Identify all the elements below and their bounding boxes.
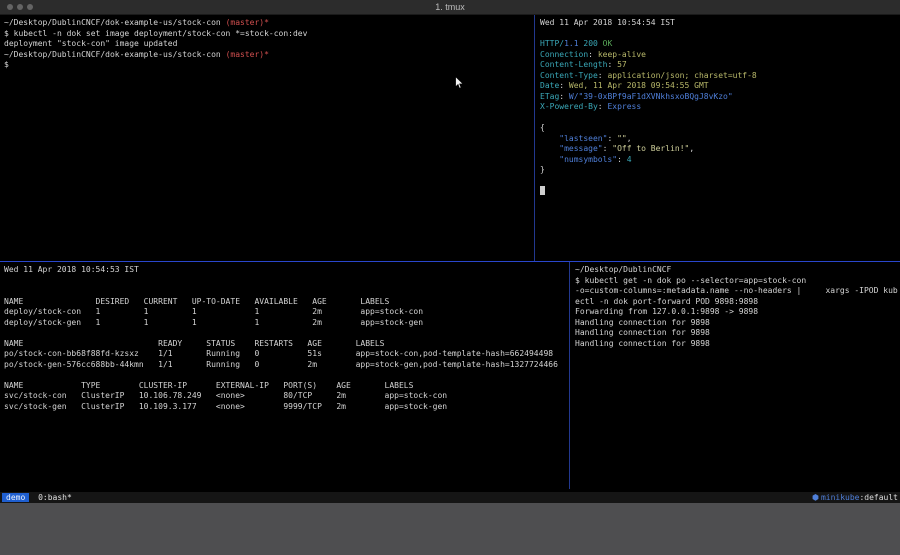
- terminal-line: "numsymbols": 4: [540, 155, 900, 166]
- terminal-line: ~/Desktop/DublinCNCF: [575, 265, 900, 276]
- terminal-line: [4, 276, 565, 287]
- terminal-window: 1. tmux ~/Desktop/DublinCNCF/dok-example…: [0, 0, 900, 503]
- terminal-line: [540, 113, 900, 124]
- terminal-line: NAME READY STATUS RESTARTS AGE LABELS: [4, 339, 565, 350]
- status-right: ⬢minikube:default: [812, 492, 898, 503]
- terminal-line: [4, 370, 565, 381]
- status-left: demo 0:bash*: [2, 492, 72, 503]
- minimize-button[interactable]: [17, 4, 23, 10]
- terminal-line: $ kubectl get -n dok po --selector=app=s…: [575, 276, 900, 287]
- mouse-pointer-icon: [455, 75, 465, 94]
- pane-divider-vertical-bottom[interactable]: [569, 262, 570, 489]
- terminal-line: X-Powered-By: Express: [540, 102, 900, 113]
- terminal-line: po/stock-gen-576cc688bb-44kmn 1/1 Runnin…: [4, 360, 565, 371]
- terminal-line: NAME DESIRED CURRENT UP-TO-DATE AVAILABL…: [4, 297, 565, 308]
- terminal-line: [540, 29, 900, 40]
- tmux-terminal: ~/Desktop/DublinCNCF/dok-example-us/stoc…: [0, 15, 900, 492]
- terminal-line: $: [4, 60, 534, 71]
- terminal-line: Handling connection for 9898: [575, 318, 900, 329]
- terminal-line: deploy/stock-gen 1 1 1 1 2m app=stock-ge…: [4, 318, 565, 329]
- terminal-line: po/stock-con-bb68f88fd-kzsxz 1/1 Running…: [4, 349, 565, 360]
- terminal-line: ectl -n dok port-forward POD 9898:9898: [575, 297, 900, 308]
- tmux-status-bar: demo 0:bash* ⬢minikube:default: [0, 492, 900, 503]
- terminal-line: {: [540, 123, 900, 134]
- close-button[interactable]: [7, 4, 13, 10]
- pane-divider-horizontal[interactable]: [0, 261, 900, 262]
- terminal-line: Content-Length: 57: [540, 60, 900, 71]
- terminal-line: deployment "stock-con" image updated: [4, 39, 534, 50]
- terminal-line: Wed 11 Apr 2018 10:54:54 IST: [540, 18, 900, 29]
- terminal-line: [540, 176, 900, 187]
- kube-context-label: minikube: [821, 493, 860, 502]
- terminal-line: [540, 186, 900, 197]
- terminal-line: [4, 328, 565, 339]
- tmux-window-tab[interactable]: 0:bash*: [38, 493, 72, 502]
- terminal-line: Handling connection for 9898: [575, 339, 900, 350]
- tmux-session-name: demo: [2, 493, 29, 502]
- terminal-line: Content-Type: application/json; charset=…: [540, 71, 900, 82]
- pane-divider-vertical-top[interactable]: [534, 15, 535, 261]
- terminal-line: svc/stock-con ClusterIP 10.106.78.249 <n…: [4, 391, 565, 402]
- terminal-line: NAME TYPE CLUSTER-IP EXTERNAL-IP PORT(S)…: [4, 381, 565, 392]
- terminal-line: "lastseen": "",: [540, 134, 900, 145]
- terminal-line: -o=custom-columns=:metadata.name --no-he…: [575, 286, 900, 297]
- terminal-line: Connection: keep-alive: [540, 50, 900, 61]
- terminal-line: "message": "Off to Berlin!",: [540, 144, 900, 155]
- terminal-line: Wed 11 Apr 2018 10:54:53 IST: [4, 265, 565, 276]
- terminal-line: }: [540, 165, 900, 176]
- terminal-line: $ kubectl -n dok set image deployment/st…: [4, 29, 534, 40]
- traffic-lights: [7, 4, 33, 10]
- terminal-line: ~/Desktop/DublinCNCF/dok-example-us/stoc…: [4, 50, 534, 61]
- kube-namespace-label: :default: [859, 493, 898, 502]
- terminal-line: ~/Desktop/DublinCNCF/dok-example-us/stoc…: [4, 18, 534, 29]
- terminal-line: ETag: W/"39-0xBPf9aF1dXVNkhsxoBQgJ8vKzo": [540, 92, 900, 103]
- terminal-line: Date: Wed, 11 Apr 2018 09:54:55 GMT: [540, 81, 900, 92]
- minikube-hexagon-icon: ⬢: [812, 493, 819, 502]
- pane-top-right-http-response[interactable]: Wed 11 Apr 2018 10:54:54 IST HTTP/1.1 20…: [536, 15, 900, 264]
- window-titlebar: 1. tmux: [0, 0, 900, 15]
- terminal-line: deploy/stock-con 1 1 1 1 2m app=stock-co…: [4, 307, 565, 318]
- terminal-line: Handling connection for 9898: [575, 328, 900, 339]
- pane-top-left-shell[interactable]: ~/Desktop/DublinCNCF/dok-example-us/stoc…: [0, 15, 538, 264]
- zoom-button[interactable]: [27, 4, 33, 10]
- terminal-line: HTTP/1.1 200 OK: [540, 39, 900, 50]
- pane-bottom-left-kubectl-watch[interactable]: Wed 11 Apr 2018 10:54:53 IST NAME DESIRE…: [0, 262, 569, 495]
- terminal-line: [4, 286, 565, 297]
- desktop: 1. tmux ~/Desktop/DublinCNCF/dok-example…: [0, 0, 900, 555]
- pane-bottom-right-port-forward[interactable]: ~/Desktop/DublinCNCF$ kubectl get -n dok…: [571, 262, 900, 495]
- window-title: 1. tmux: [0, 0, 900, 14]
- terminal-line: svc/stock-gen ClusterIP 10.109.3.177 <no…: [4, 402, 565, 413]
- terminal-line: Forwarding from 127.0.0.1:9898 -> 9898: [575, 307, 900, 318]
